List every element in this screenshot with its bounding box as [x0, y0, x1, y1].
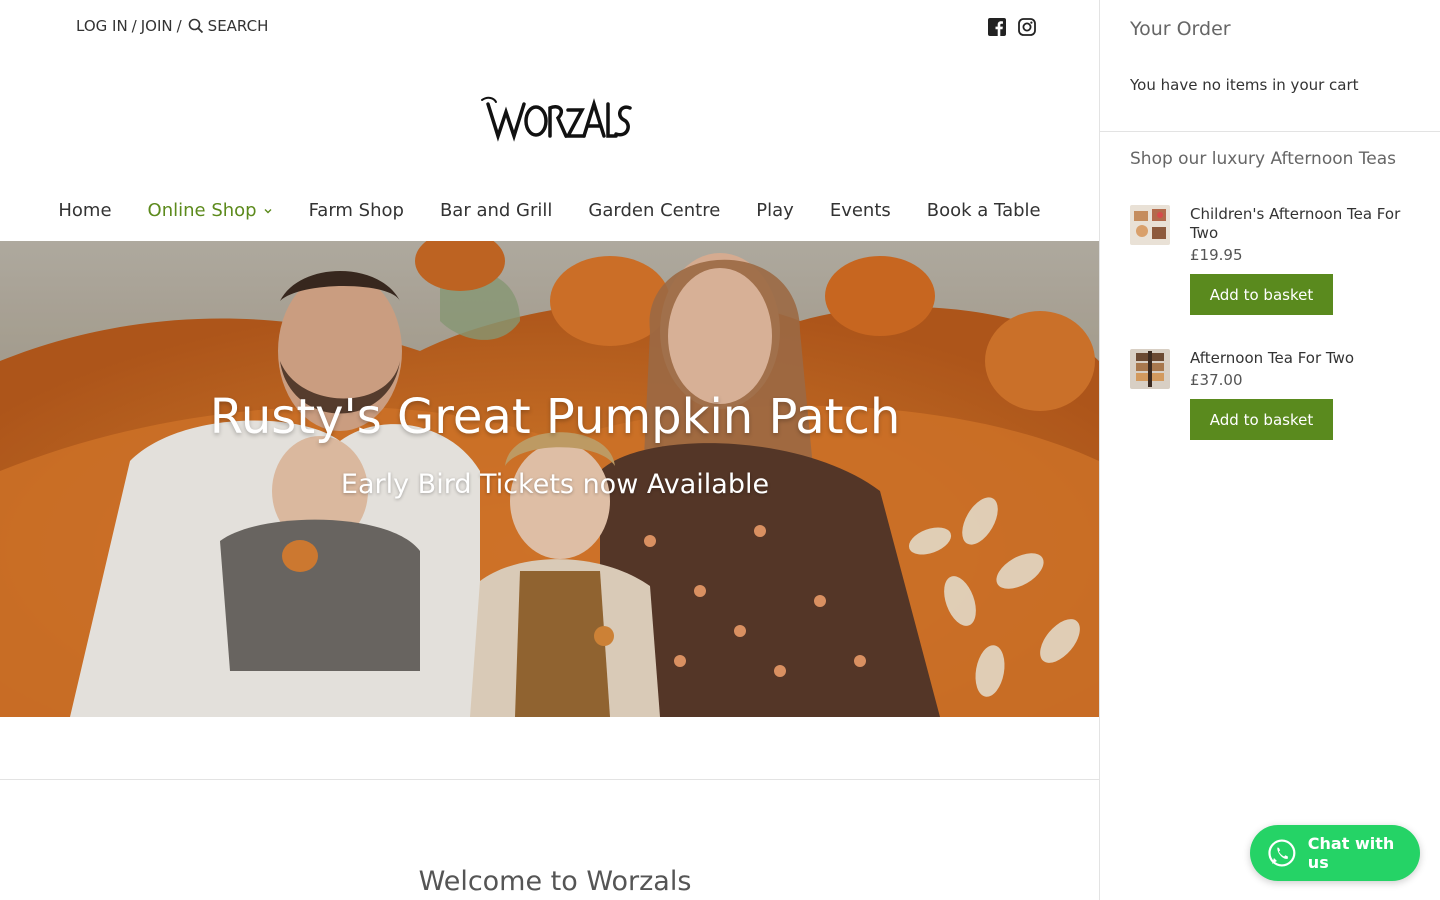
- hero-title: Rusty's Great Pumpkin Patch: [209, 389, 901, 445]
- main-navigation: Home Online Shop Farm Shop Bar and Grill…: [0, 200, 1099, 221]
- nav-play[interactable]: Play: [756, 200, 794, 221]
- facebook-icon[interactable]: [988, 18, 1006, 36]
- nav-bar-and-grill[interactable]: Bar and Grill: [440, 200, 552, 221]
- account-bar: LOG IN / JOIN / SEARCH: [76, 16, 268, 36]
- separator: /: [176, 17, 182, 35]
- product-info: Children's Afternoon Tea For Two £19.95 …: [1190, 205, 1410, 315]
- login-link[interactable]: LOG IN: [76, 17, 128, 35]
- product-thumbnail[interactable]: [1130, 205, 1170, 245]
- nav-book-a-table[interactable]: Book a Table: [927, 200, 1041, 221]
- instagram-icon[interactable]: [1018, 18, 1036, 36]
- nav-online-shop-label: Online Shop: [147, 200, 257, 221]
- join-link[interactable]: JOIN: [141, 17, 173, 35]
- chat-label: Chat with us: [1307, 834, 1395, 872]
- search-link[interactable]: SEARCH: [208, 17, 269, 35]
- product-info: Afternoon Tea For Two £37.00 Add to bask…: [1190, 349, 1410, 440]
- chevron-down-icon: [264, 208, 272, 213]
- cart-sidebar: Your Order You have no items in your car…: [1099, 0, 1440, 900]
- worzals-logo[interactable]: [478, 90, 634, 146]
- product-price: £37.00: [1190, 371, 1243, 389]
- add-to-basket-button[interactable]: Add to basket: [1190, 399, 1333, 440]
- product-name[interactable]: Afternoon Tea For Two: [1190, 349, 1410, 368]
- product-name[interactable]: Children's Afternoon Tea For Two: [1190, 205, 1410, 243]
- whatsapp-icon: [1268, 839, 1296, 867]
- hero-subtitle: Early Bird Tickets now Available: [340, 469, 770, 500]
- welcome-heading: Welcome to Worzals: [418, 866, 692, 897]
- nav-online-shop[interactable]: Online Shop: [148, 200, 273, 221]
- search-icon[interactable]: [186, 16, 208, 36]
- hero-banner[interactable]: Rusty's Great Pumpkin Patch Early Bird T…: [0, 241, 1099, 717]
- separator: /: [131, 17, 137, 35]
- nav-home[interactable]: Home: [58, 200, 111, 221]
- nav-events[interactable]: Events: [830, 200, 891, 221]
- nav-farm-shop[interactable]: Farm Shop: [309, 200, 404, 221]
- cart-title: Your Order: [1130, 18, 1231, 40]
- whatsapp-chat-button[interactable]: Chat with us: [1250, 825, 1420, 881]
- cart-empty-message: You have no items in your cart: [1130, 76, 1359, 94]
- cart-divider: [1100, 131, 1440, 132]
- product-thumbnail[interactable]: [1130, 349, 1170, 389]
- upsell-heading: Shop our luxury Afternoon Teas: [1130, 149, 1397, 169]
- section-divider: [0, 779, 1099, 780]
- nav-garden-centre[interactable]: Garden Centre: [588, 200, 720, 221]
- social-links: [988, 18, 1036, 36]
- add-to-basket-button[interactable]: Add to basket: [1190, 274, 1333, 315]
- main-content: LOG IN / JOIN / SEARCH Home Online Shop …: [0, 0, 1099, 900]
- product-price: £19.95: [1190, 246, 1243, 264]
